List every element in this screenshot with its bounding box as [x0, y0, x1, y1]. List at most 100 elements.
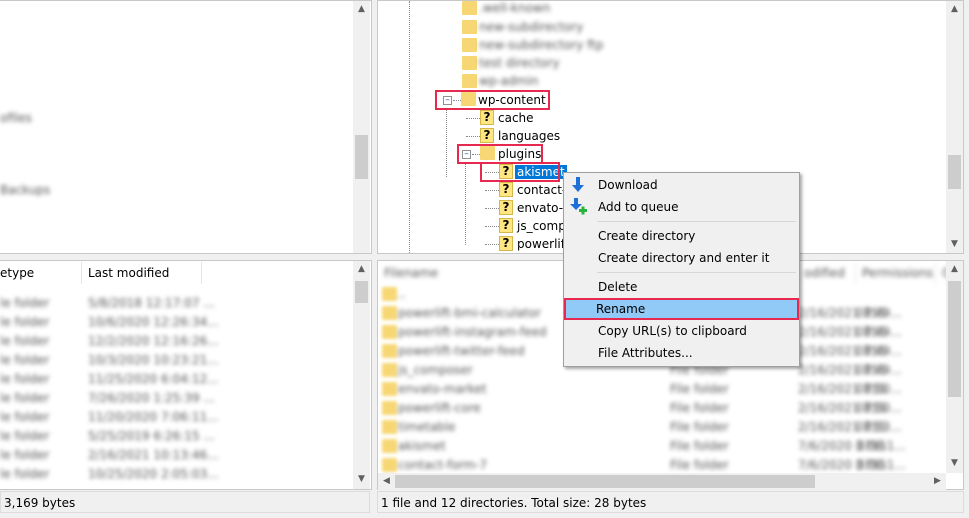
table-cell: 0755	[856, 306, 887, 320]
tree-item[interactable]: .well-known	[479, 1, 550, 15]
folder-icon	[382, 382, 397, 396]
remote-status-bar: 1 file and 12 directories. Total size: 2…	[377, 491, 964, 513]
table-row[interactable]: powerlift-core File folder 2/16/2021 8:50.…	[378, 399, 946, 417]
table-cell: powerlift-instagram-feed	[398, 325, 547, 339]
table-cell: 0755	[856, 458, 887, 472]
table-cell: File folder	[670, 439, 729, 453]
table-row[interactable]: le folder 10/3/2020 10:23:21...	[0, 351, 350, 369]
tree-item-cache[interactable]: cache	[498, 109, 534, 127]
scroll-up-icon[interactable]: ▲	[353, 1, 370, 18]
menu-item-delete[interactable]: Delete	[566, 276, 797, 298]
scroll-thumb[interactable]	[948, 281, 961, 397]
scroll-thumb[interactable]	[948, 155, 961, 189]
table-row[interactable]: le folder 11/20/2020 7:06:11...	[0, 408, 350, 426]
local-file-list[interactable]: etype Last modified le folder 5/8/2018 12…	[0, 260, 372, 490]
table-cell: 0755	[856, 382, 887, 396]
column-header-filetype[interactable]: etype	[0, 262, 82, 284]
table-cell: timetable	[398, 420, 456, 434]
table-cell: le folder	[0, 315, 50, 329]
table-cell: File folder	[670, 401, 729, 415]
unknown-folder-icon: ?	[480, 128, 494, 143]
scroll-up-icon[interactable]: ▲	[353, 261, 370, 278]
table-row[interactable]: le folder 10/6/2020 12:26:34...	[0, 313, 350, 331]
table-cell: 0755	[856, 325, 887, 339]
table-cell: ..	[398, 287, 406, 301]
local-directory-tree[interactable]: ofiles Backups ▲	[0, 0, 372, 254]
scroll-thumb[interactable]	[355, 281, 368, 303]
table-row[interactable]: contact-form-7 File folder 7/6/2020 3:06:1…	[378, 456, 946, 474]
folder-icon	[382, 458, 397, 472]
column-header-last-modified[interactable]: Last modified	[82, 262, 202, 284]
column-header-permissions[interactable]: Permissions	[856, 262, 936, 284]
table-cell: le folder	[0, 448, 50, 462]
unknown-folder-icon: ?	[499, 182, 513, 197]
menu-item-file-attributes[interactable]: File Attributes...	[566, 342, 797, 364]
scroll-down-icon[interactable]: ▼	[946, 236, 963, 253]
table-row[interactable]: le folder 2/16/2021 10:13:46...	[0, 446, 350, 464]
table-row[interactable]: le folder 12/2/2020 12:16:26...	[0, 332, 350, 350]
table-row[interactable]: envato-market File folder 2/16/2021 8:50..…	[378, 380, 946, 398]
menu-item-copy-url[interactable]: Copy URL(s) to clipboard	[566, 320, 797, 342]
folder-icon	[382, 420, 397, 434]
menu-item-create-directory[interactable]: Create directory	[566, 225, 797, 247]
scroll-up-icon[interactable]: ▲	[946, 1, 963, 18]
folder-icon	[382, 401, 397, 415]
table-row[interactable]: le folder 5/8/2018 12:17:07 ...	[0, 294, 350, 312]
table-cell: 10/6/2020 12:26:34...	[88, 315, 219, 329]
table-cell: envato-market	[398, 382, 487, 396]
menu-item-rename[interactable]: Rename	[564, 298, 799, 320]
table-cell: powerlift-twitter-feed	[398, 344, 525, 358]
download-icon	[572, 177, 584, 192]
table-cell: 0755	[856, 344, 887, 358]
column-header-last-modified[interactable]: odified	[798, 262, 856, 284]
table-row[interactable]: le folder 10/25/2020 2:05:03...	[0, 465, 350, 483]
table-cell: 0755	[856, 363, 887, 377]
menu-item-label: Add to queue	[598, 200, 679, 214]
table-cell: 0755	[856, 401, 887, 415]
local-tree-item[interactable]: Backups	[0, 183, 50, 197]
unknown-folder-icon: ?	[499, 218, 513, 233]
table-cell: 7/6/2020 3:06:1...	[798, 439, 906, 453]
table-row[interactable]: le folder 5/25/2019 6:26:15 ...	[0, 427, 350, 445]
tree-item[interactable]: powerlift	[517, 235, 569, 253]
tree-item[interactable]: new-subdirectory ftp	[479, 38, 603, 52]
scroll-left-icon[interactable]: ◀	[378, 473, 395, 490]
scroll-down-icon[interactable]: ▼	[946, 455, 963, 472]
remote-list-scrollbar[interactable]: ▲ ▼	[946, 261, 963, 473]
table-row[interactable]: le folder 7/26/2020 1:25:39 ...	[0, 389, 350, 407]
table-cell: le folder	[0, 467, 50, 481]
tree-item[interactable]: wp-admin	[479, 74, 538, 88]
scroll-down-icon[interactable]: ▼	[353, 471, 370, 488]
remote-tree-scrollbar[interactable]: ▲ ▼	[946, 1, 963, 253]
folder-icon	[382, 306, 397, 320]
tree-item-languages[interactable]: languages	[498, 127, 560, 145]
table-cell: powerlift-bmi-calculator	[398, 306, 541, 320]
local-tree-item[interactable]: ofiles	[0, 111, 32, 125]
table-cell: 10/25/2020 2:05:03...	[88, 467, 219, 481]
table-row[interactable]: akismet File folder 7/6/2020 3:06:1... 0755	[378, 437, 946, 455]
table-cell: 2/16/2021 10:13:46...	[88, 448, 219, 462]
table-cell: 5/25/2019 6:26:15 ...	[88, 429, 215, 443]
scroll-thumb[interactable]	[355, 135, 368, 179]
table-cell: le folder	[0, 372, 50, 386]
menu-item-create-directory-enter[interactable]: Create directory and enter it	[566, 247, 797, 269]
table-cell: le folder	[0, 296, 50, 310]
tree-item[interactable]: new-subdirectory	[479, 20, 583, 34]
tree-item[interactable]: test directory	[479, 56, 560, 70]
table-cell: 10/3/2020 10:23:21...	[88, 353, 219, 367]
scroll-up-icon[interactable]: ▲	[946, 261, 963, 278]
table-cell: 7/6/2020 3:06:1...	[798, 458, 906, 472]
local-tree-scrollbar[interactable]: ▲	[353, 1, 370, 253]
menu-item-add-to-queue[interactable]: Add to queue	[566, 196, 797, 218]
horizontal-scrollbar[interactable]: ◀ ▶	[378, 473, 946, 490]
table-row[interactable]: le folder 11/25/2020 6:04:12...	[0, 370, 350, 388]
menu-item-download[interactable]: Download	[566, 174, 797, 196]
table-cell: 0755	[856, 420, 887, 434]
table-row[interactable]: timetable File folder 2/16/2021 8:53... 075…	[378, 418, 946, 436]
scroll-right-icon[interactable]: ▶	[929, 473, 946, 490]
local-list-scrollbar[interactable]: ▲ ▼	[353, 261, 370, 489]
table-cell: le folder	[0, 334, 50, 348]
unknown-folder-icon: ?	[499, 200, 513, 215]
scroll-thumb[interactable]	[395, 475, 815, 488]
context-menu: Download Add to queue Create directory C…	[563, 172, 800, 367]
